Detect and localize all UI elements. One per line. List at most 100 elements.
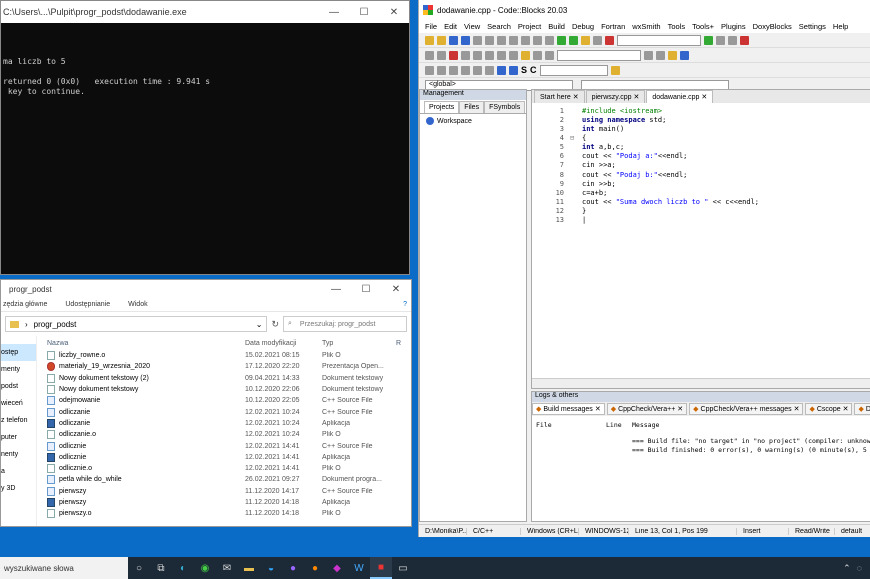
address-bar[interactable]: › progr_podst ⌄ <box>5 316 268 332</box>
open-file-icon[interactable] <box>437 35 446 45</box>
rebuild-icon[interactable] <box>593 35 602 45</box>
table-row[interactable]: odliczanie.o 12.02.2021 10:24 Plik O <box>37 429 411 440</box>
console-titlebar[interactable]: C:\Users\...\Pulpit\progr_podst\dodawani… <box>1 1 409 23</box>
menu-item[interactable]: Settings <box>799 22 826 31</box>
undo-icon[interactable] <box>473 35 482 45</box>
prev-bookmark-icon[interactable] <box>461 50 470 60</box>
find-icon[interactable] <box>533 35 542 45</box>
menu-item[interactable]: Tools+ <box>692 22 714 31</box>
close-tab-icon[interactable]: ✕ <box>633 94 639 101</box>
network-icon[interactable]: ◌ <box>857 563 862 574</box>
next-bookmark-icon[interactable] <box>473 50 482 60</box>
table-row[interactable]: pierwszy.o 11.12.2020 14:18 Plik O <box>37 508 411 519</box>
table-row[interactable]: odlicznie.o 12.02.2021 14:41 Plik O <box>37 463 411 474</box>
close-tab-icon[interactable]: ✕ <box>843 405 849 413</box>
console-window[interactable]: C:\Users\...\Pulpit\progr_podst\dodawani… <box>0 0 410 275</box>
paste-icon[interactable] <box>521 35 530 45</box>
search-input[interactable]: ⌕ Przeszukaj: progr_podst <box>283 316 407 332</box>
edge-icon[interactable]: ◐ <box>172 557 194 579</box>
close-icon[interactable]: ✕ <box>379 7 409 18</box>
save-icon[interactable] <box>449 35 458 45</box>
menu-item[interactable]: DoxyBlocks <box>753 22 792 31</box>
maximize-icon[interactable]: ☐ <box>351 284 381 295</box>
codeblocks-taskbar-icon[interactable]: ■ <box>370 557 392 579</box>
table-row[interactable]: Nowy dokument tekstowy (2) 09.04.2021 14:… <box>37 373 411 384</box>
mail-icon[interactable]: ✉ <box>216 557 238 579</box>
cortana-icon[interactable]: ○ <box>128 557 150 579</box>
logs-tab[interactable]: ◆ CppCheck/Vera++ messages ✕ <box>689 403 804 415</box>
indent-icon[interactable] <box>545 50 554 60</box>
close-tab-icon[interactable]: ✕ <box>794 405 800 413</box>
logs-tab[interactable]: ◆ Cscope ✕ <box>805 403 853 415</box>
close-tab-icon[interactable]: ✕ <box>573 94 579 101</box>
menu-item[interactable]: Plugins <box>721 22 746 31</box>
help-icon[interactable]: ? <box>403 301 407 308</box>
codeblocks-window[interactable]: dodawanie.cpp - Code::Blocks 20.03 File E… <box>418 0 870 537</box>
column-date[interactable]: Data modyfikacji <box>245 340 322 347</box>
file-explorer-icon[interactable]: ▬ <box>238 557 260 579</box>
match-brace-icon[interactable] <box>509 50 518 60</box>
menu-item[interactable]: Project <box>518 22 541 31</box>
close-tab-icon[interactable]: ✕ <box>595 405 601 413</box>
menu-item[interactable]: Edit <box>444 22 457 31</box>
nav-item[interactable]: nenty <box>1 446 36 463</box>
layout-icon[interactable] <box>449 65 458 75</box>
horizontal-scrollbar[interactable] <box>532 378 870 388</box>
menu-item[interactable]: Help <box>833 22 848 31</box>
grid-icon[interactable] <box>461 65 470 75</box>
close-icon[interactable]: ✕ <box>381 284 411 295</box>
bookmark-icon[interactable] <box>449 50 458 60</box>
table-row[interactable]: odlicznie 12.02.2021 14:41 Aplikacja <box>37 452 411 463</box>
table-row[interactable]: petla while do_while 26.02.2021 09:27 Doku… <box>37 474 411 485</box>
explorer-window[interactable]: progr_podst — ☐ ✕ zędzia główne Udostępn… <box>0 279 412 527</box>
c-icon[interactable]: C <box>530 65 537 75</box>
tab-fsymbols[interactable]: FSymbols <box>484 101 526 113</box>
photos-icon[interactable]: ◒ <box>260 557 282 579</box>
tab-start-here[interactable]: Start here ✕ <box>534 90 585 103</box>
table-row[interactable]: odejmowanie 10.12.2020 22:05 C++ Source Fi… <box>37 395 411 406</box>
nav-item[interactable]: puter <box>1 429 36 446</box>
s-icon[interactable]: S <box>521 65 527 75</box>
menu-item[interactable]: Fortran <box>601 22 625 31</box>
tab-projects[interactable]: Projects <box>424 101 460 113</box>
ribbon-tab-home[interactable]: zędzia główne <box>3 301 47 308</box>
logs-tab[interactable]: ◆ Build messages ✕ <box>532 403 605 415</box>
run-icon[interactable] <box>569 35 578 45</box>
menu-item[interactable]: Tools <box>668 22 686 31</box>
tab-files[interactable]: Files <box>459 101 485 113</box>
nav-item[interactable]: podst <box>1 378 36 395</box>
select-icon[interactable] <box>533 50 542 60</box>
uncomment-icon[interactable] <box>497 50 506 60</box>
next-icon[interactable] <box>656 50 665 60</box>
minimize-icon[interactable]: — <box>319 7 349 18</box>
app-icon[interactable]: ◆ <box>326 557 348 579</box>
tab-pierwszy[interactable]: pierwszy.cpp ✕ <box>585 90 646 103</box>
debug-icon[interactable] <box>704 35 713 45</box>
abort-icon[interactable] <box>605 35 614 45</box>
table-row[interactable]: pierwszy 11.12.2020 14:17 C++ Source File <box>37 486 411 497</box>
widget-icon[interactable] <box>437 65 446 75</box>
taskbar-search-input[interactable]: wyszukiwane słowa <box>0 557 128 579</box>
build-icon[interactable] <box>557 35 566 45</box>
build-run-icon[interactable] <box>581 35 590 45</box>
refresh-icon[interactable]: ↻ <box>271 319 279 330</box>
jump-back-icon[interactable] <box>425 50 434 60</box>
debug-step-icon[interactable] <box>728 35 737 45</box>
close-tab-icon[interactable]: ✕ <box>677 405 683 413</box>
table-row[interactable]: materialy_19_wrzesnia_2020 17.12.2020 22:… <box>37 361 411 372</box>
menu-item[interactable]: Build <box>548 22 565 31</box>
code-editor[interactable]: Start here ✕ pierwszy.cpp ✕ dodawanie.cp… <box>531 89 870 389</box>
code-completion-select[interactable] <box>539 64 608 76</box>
sizer-icon[interactable] <box>485 65 494 75</box>
tab-dodawanie[interactable]: dodawanie.cpp ✕ <box>646 90 714 103</box>
nav-item[interactable]: menty <box>1 361 36 378</box>
build-target-select[interactable] <box>617 34 701 46</box>
system-tray[interactable]: ⌃ ◌ <box>843 563 870 574</box>
zoom-in-icon[interactable] <box>497 65 506 75</box>
table-row[interactable]: odliczanie 12.02.2021 10:24 Aplikacja <box>37 418 411 429</box>
jump-forward-icon[interactable] <box>437 50 446 60</box>
new-file-icon[interactable] <box>425 35 434 45</box>
comment-icon[interactable] <box>485 50 494 60</box>
table-row[interactable]: liczby_rowne.o 15.02.2021 08:15 Plik O <box>37 350 411 361</box>
panel-icon[interactable] <box>473 65 482 75</box>
